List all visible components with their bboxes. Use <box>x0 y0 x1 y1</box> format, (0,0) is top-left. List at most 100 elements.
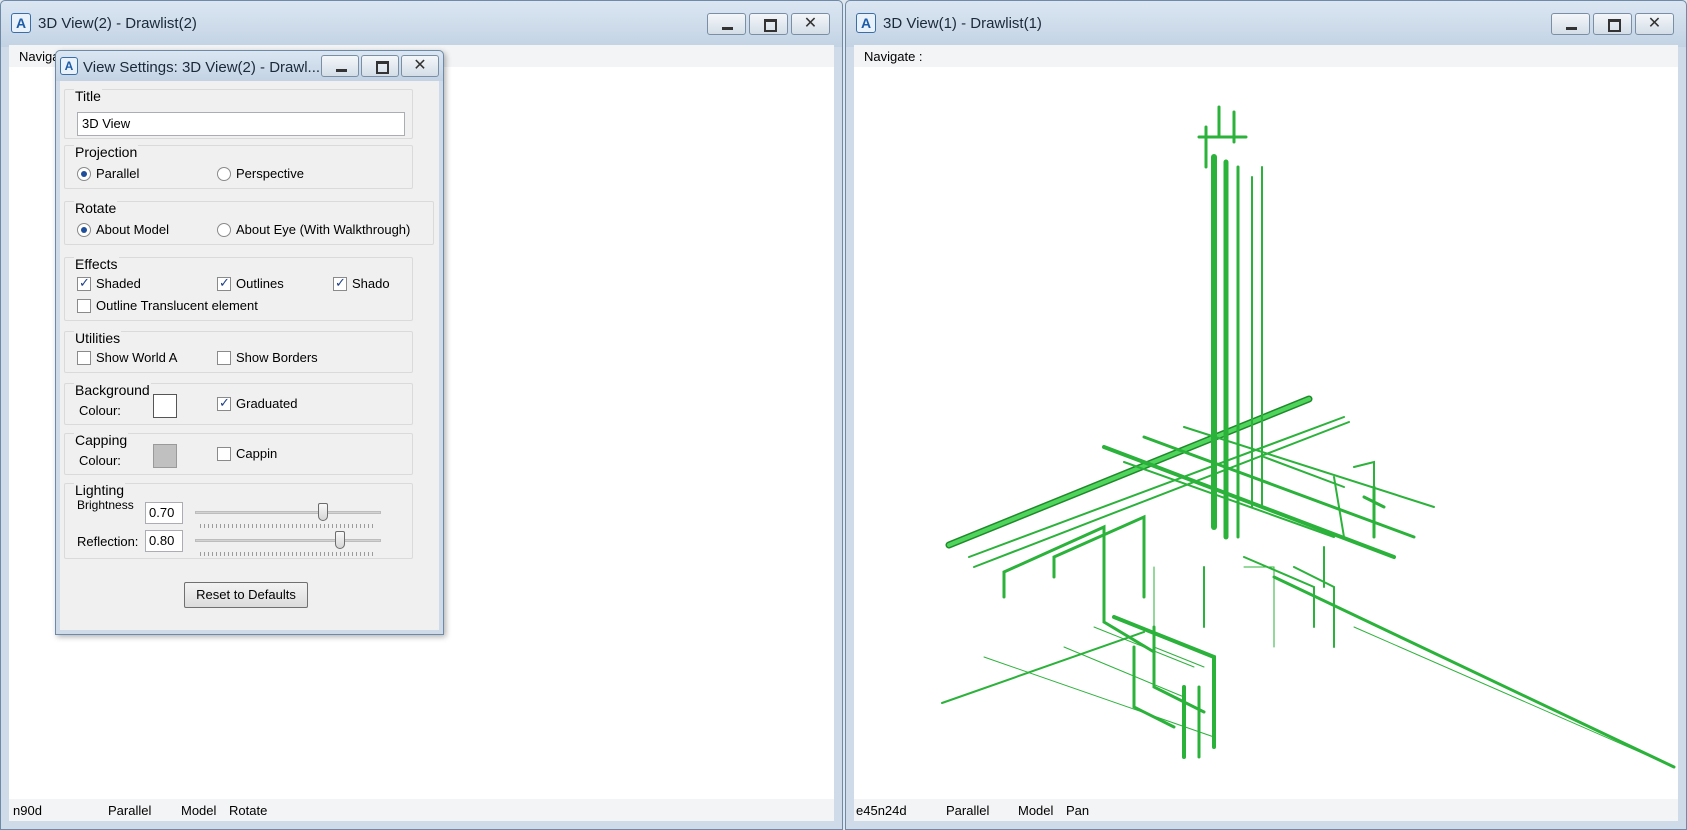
reset-to-defaults-button[interactable]: Reset to Defaults <box>184 582 308 608</box>
reflection-input[interactable]: 0.80 <box>145 530 183 552</box>
lighting-group: Lighting Brightness 0.70 Reflection: 0.8… <box>64 482 413 559</box>
graduated-checkbox[interactable]: Graduated <box>217 395 297 411</box>
pipe <box>1362 485 1386 539</box>
app-icon[interactable]: A <box>11 13 31 33</box>
radio-indicator[interactable] <box>77 222 91 237</box>
checkbox-indicator[interactable] <box>77 275 91 291</box>
dialog-body: Title 3D View Projection Parallel Perspe… <box>60 81 439 630</box>
minimize-icon <box>322 56 358 76</box>
left-window-titlebar[interactable]: A 3D View(2) - Drawlist(2) ✕ <box>1 1 842 47</box>
right-client-area: Navigate : e45n24d Parallel Model Pan <box>854 45 1678 821</box>
shadows-checkbox[interactable]: Shado <box>333 275 390 291</box>
checkbox-indicator[interactable] <box>77 298 91 313</box>
capping-colour-swatch[interactable] <box>153 444 177 468</box>
pipe <box>1353 626 1675 768</box>
pipe <box>1123 461 1335 538</box>
riser-pipe <box>1197 105 1248 169</box>
left-window-title: 3D View(2) - Drawlist(2) <box>38 15 197 32</box>
status-projection: Parallel <box>108 803 152 818</box>
background-group-label: Background <box>74 382 151 398</box>
radio-indicator[interactable] <box>217 222 231 237</box>
minimize-button[interactable] <box>1551 13 1590 35</box>
rotate-group: Rotate About Model About Eye (With Walkt… <box>64 200 434 245</box>
outlines-checkbox[interactable]: Outlines <box>217 275 284 291</box>
right-3d-viewport[interactable] <box>854 67 1678 799</box>
close-button[interactable]: ✕ <box>1635 13 1674 35</box>
minimize-button[interactable] <box>707 13 746 35</box>
reflection-slider-track[interactable] <box>195 539 381 542</box>
status-action: Rotate <box>229 803 268 818</box>
utilities-group: Utilities Show World A Show Borders <box>64 330 413 373</box>
brightness-slider-track[interactable] <box>195 511 381 514</box>
maximize-button[interactable] <box>749 13 788 35</box>
radio-indicator[interactable] <box>77 166 91 181</box>
about-model-radio[interactable]: About Model <box>77 222 169 237</box>
brightness-label: Brightness <box>77 498 134 512</box>
checkbox-indicator[interactable] <box>217 446 231 461</box>
capping-colour-label: Colour: <box>79 453 121 468</box>
maximize-icon <box>1594 14 1631 34</box>
capping-group: Capping Colour: Cappin <box>64 432 413 475</box>
rotate-group-label: Rotate <box>74 200 118 216</box>
projection-group-label: Projection <box>74 144 139 160</box>
projection-group: Projection Parallel Perspective <box>64 144 413 189</box>
navigate-bar: Navigate : <box>854 45 1678 67</box>
utilities-group-label: Utilities <box>74 330 122 346</box>
capping-checkbox[interactable]: Cappin <box>217 446 277 461</box>
parallel-radio[interactable]: Parallel <box>77 166 139 181</box>
checkbox-indicator[interactable] <box>333 275 347 291</box>
minimize-button[interactable] <box>321 55 359 77</box>
pipe <box>968 416 1345 558</box>
minimize-icon <box>708 14 745 34</box>
status-direction: e45n24d <box>856 803 907 818</box>
reflection-slider-thumb[interactable] <box>335 531 345 549</box>
about-eye-radio[interactable]: About Eye (With Walkthrough) <box>217 222 410 237</box>
pipe <box>1152 625 1206 714</box>
title-input[interactable]: 3D View <box>77 112 405 136</box>
ground-line <box>983 566 1275 738</box>
checkbox-indicator[interactable] <box>217 275 231 291</box>
maximize-button[interactable] <box>1593 13 1632 35</box>
dialog-titlebar[interactable]: A View Settings: 3D View(2) - Drawl... ✕ <box>56 51 443 81</box>
right-window-title: 3D View(1) - Drawlist(1) <box>883 15 1042 32</box>
brightness-slider-thumb[interactable] <box>318 503 328 521</box>
outline-translucent-checkbox[interactable]: Outline Translucent element <box>77 298 258 313</box>
left-statusbar: n90d Parallel Model Rotate <box>9 799 834 821</box>
right-window-titlebar[interactable]: A 3D View(1) - Drawlist(1) ✕ <box>846 1 1686 47</box>
dialog-title: View Settings: 3D View(2) - Drawl... <box>83 59 321 76</box>
maximize-icon <box>750 14 787 34</box>
maximize-icon <box>362 56 398 76</box>
effects-group-label: Effects <box>74 256 119 272</box>
status-action: Pan <box>1066 803 1090 818</box>
brightness-slider-ticks <box>200 524 376 528</box>
brightness-input[interactable]: 0.70 <box>145 502 183 524</box>
status-rotate-mode: Model <box>181 803 217 818</box>
pipe <box>1102 445 1396 559</box>
checkbox-indicator[interactable] <box>77 350 91 365</box>
checkbox-indicator[interactable] <box>217 350 231 365</box>
background-colour-swatch[interactable] <box>153 394 177 418</box>
view-settings-dialog: A View Settings: 3D View(2) - Drawl... ✕… <box>55 50 444 635</box>
right-statusbar: e45n24d Parallel Model Pan <box>854 799 1678 821</box>
close-button[interactable]: ✕ <box>791 13 830 35</box>
show-world-axes-checkbox[interactable]: Show World A <box>77 350 177 365</box>
app-icon[interactable]: A <box>856 13 876 33</box>
maximize-button[interactable] <box>361 55 399 77</box>
background-colour-label: Colour: <box>79 403 121 418</box>
close-button[interactable]: ✕ <box>401 55 439 77</box>
shaded-checkbox[interactable]: Shaded <box>77 275 141 291</box>
show-borders-checkbox[interactable]: Show Borders <box>217 350 318 365</box>
status-rotate-mode: Model <box>1018 803 1054 818</box>
radio-indicator[interactable] <box>217 166 231 181</box>
app-icon[interactable]: A <box>60 57 78 75</box>
close-icon: ✕ <box>803 15 818 32</box>
perspective-radio[interactable]: Perspective <box>217 166 304 181</box>
capping-group-label: Capping <box>74 432 129 448</box>
reflection-slider-ticks <box>200 552 376 556</box>
close-icon: ✕ <box>1647 15 1662 32</box>
piping-model-drawing <box>941 105 1676 769</box>
title-group-label: Title <box>74 88 102 104</box>
minimize-icon <box>1552 14 1589 34</box>
status-projection: Parallel <box>946 803 990 818</box>
checkbox-indicator[interactable] <box>217 395 231 411</box>
